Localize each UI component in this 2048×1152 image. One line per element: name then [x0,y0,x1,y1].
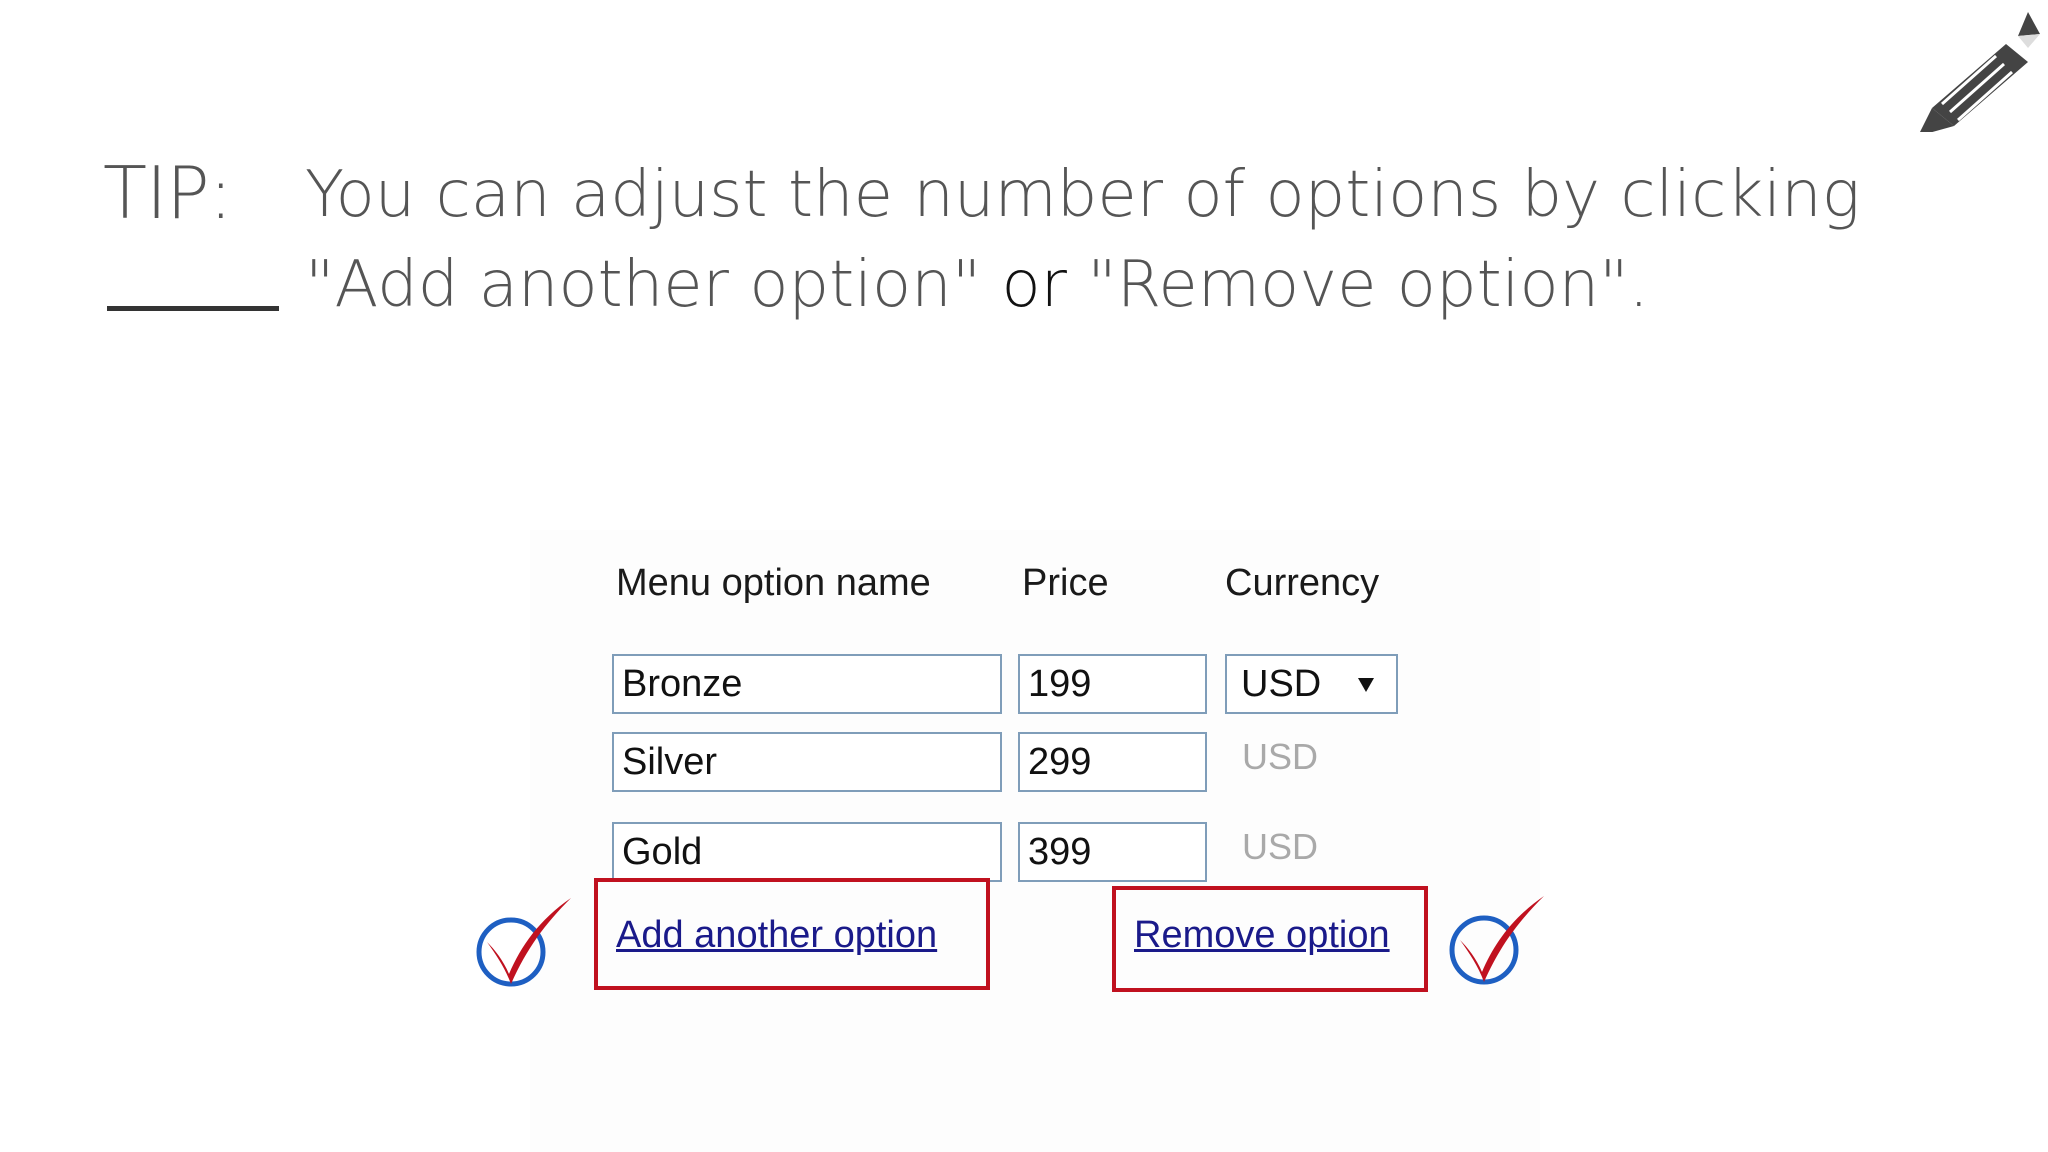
currency-value: USD [1242,826,1319,867]
tip-underline [107,306,279,311]
add-option-highlight [594,878,990,990]
header-price: Price [1022,562,1109,604]
dropdown-arrow-icon [1358,678,1374,692]
option-name-input[interactable]: Bronze [612,654,1002,714]
remove-option-highlight [1112,886,1428,992]
option-name-input[interactable]: Silver [612,732,1002,792]
tip-text: You can adjust the number of options by … [305,150,2005,330]
tip-or: or [981,248,1088,322]
tip-line-1: You can adjust the number of options by … [305,158,1861,232]
currency-select-value: USD [1241,663,1322,705]
currency-value: USD [1242,736,1319,777]
check-circle-icon [1449,896,1544,985]
check-circle-icon [476,898,571,987]
option-price-input[interactable]: 199 [1018,654,1207,714]
option-price-input[interactable]: 299 [1018,732,1207,792]
tip-line-2: "Add another option" or "Remove option". [305,240,2005,330]
pencil-icon [1920,12,2040,132]
option-price-input[interactable]: 399 [1018,822,1207,882]
tip-label: TIP: [103,151,233,235]
menu-options-form: Menu option name Price Currency Bronze 1… [476,530,1544,1152]
header-menu-option-name: Menu option name [616,562,931,604]
option-name-input[interactable]: Gold [612,822,1002,882]
tip-remove-quote: "Remove option". [1087,248,1649,322]
currency-select[interactable]: USD [1225,654,1398,714]
form-screenshot: Menu option name Price Currency Bronze 1… [476,530,1544,1152]
tip-add-quote: "Add another option" [305,248,982,322]
header-currency: Currency [1225,562,1380,604]
